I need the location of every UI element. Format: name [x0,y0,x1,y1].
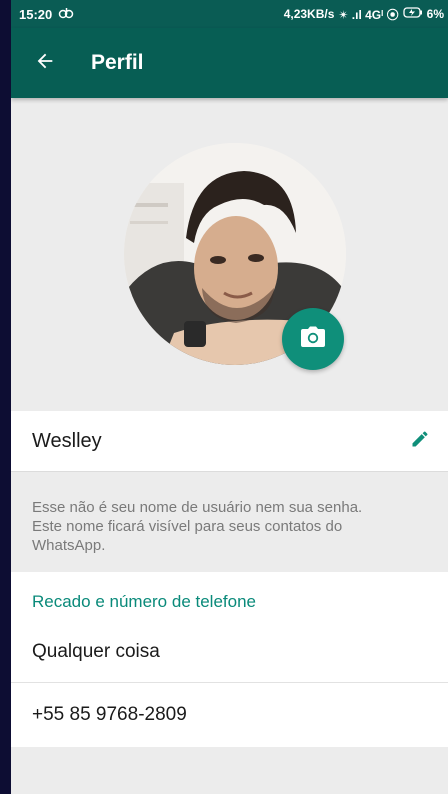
about-section: Recado e número de telefone Qualquer coi… [11,572,448,747]
signal-indicators: ✴ .ıl 4Gᴵ ⦿ [338,7,399,22]
app-bar: Perfil [11,28,448,98]
arrow-left-icon [34,50,56,77]
profile-photo-area [11,98,448,411]
change-photo-button[interactable] [282,308,344,370]
status-time: 15:20 [19,6,53,22]
back-button[interactable] [17,35,73,91]
camera-icon [300,326,326,353]
phone-screen: 15:20 4,23KB/s ✴ .ıl 4Gᴵ ⦿ 6% Perfil Wes… [11,0,448,794]
section-header: Recado e número de telefone [32,592,256,611]
pencil-icon [410,429,430,454]
battery-percent: 6% [426,7,444,21]
battery-icon [403,7,423,21]
status-bar: 15:20 4,23KB/s ✴ .ıl 4Gᴵ ⦿ 6% [11,0,448,28]
profile-name: Weslley [32,429,102,452]
edit-name-button[interactable] [400,421,440,461]
notification-icon [58,7,74,22]
name-hint: Esse não é seu nome de usuário nem sua s… [32,499,363,554]
name-row[interactable]: Weslley [11,411,448,472]
network-speed: 4,23KB/s [283,7,335,21]
status-item[interactable]: Qualquer coisa [11,622,448,683]
page-title: Perfil [91,51,144,74]
phone-item[interactable]: +55 85 9768-2809 [11,683,448,747]
